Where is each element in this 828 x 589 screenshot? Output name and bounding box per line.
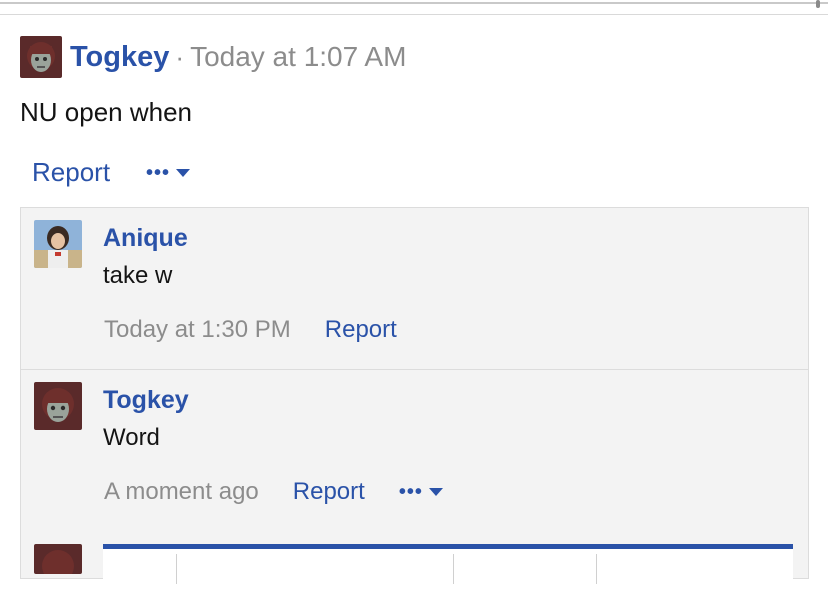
comment-author[interactable]: Togkey — [103, 386, 189, 415]
meta-separator: · — [175, 41, 185, 72]
comment-text: Word — [103, 424, 160, 451]
post-time[interactable]: Today at 1:07 AM — [190, 41, 406, 73]
toolbar-divider — [453, 554, 454, 584]
avatar[interactable] — [34, 544, 82, 574]
caret-down-icon — [176, 168, 191, 177]
comment-text: take w — [103, 262, 173, 289]
post-author[interactable]: Togkey — [70, 41, 169, 74]
report-link[interactable]: Report — [32, 157, 110, 188]
comment-time[interactable]: Today at 1:30 PM — [104, 316, 291, 344]
more-menu[interactable]: ••• — [146, 161, 191, 184]
more-dots-icon: ••• — [398, 481, 423, 503]
report-link[interactable]: Report — [325, 316, 397, 344]
top-divider — [0, 2, 828, 4]
comment: Togkey Word A moment ago Report ••• — [21, 369, 808, 531]
comment-author[interactable]: Anique — [103, 224, 188, 253]
top-bar — [0, 0, 828, 15]
reply-editor[interactable] — [103, 544, 793, 589]
avatar[interactable] — [34, 220, 82, 268]
post-actions: Report ••• — [32, 157, 191, 188]
comment-time[interactable]: A moment ago — [104, 478, 259, 506]
comment-meta: Today at 1:30 PM Report — [104, 316, 397, 344]
post-body: NU open when — [20, 97, 192, 127]
comments-list: Anique take w Today at 1:30 PM Report To… — [20, 207, 809, 589]
toolbar-divider — [176, 554, 177, 584]
comment-meta: A moment ago Report ••• — [104, 478, 443, 506]
comment: Anique take w Today at 1:30 PM Report — [21, 208, 808, 369]
avatar[interactable] — [34, 382, 82, 430]
toolbar-divider — [596, 554, 597, 584]
more-menu[interactable]: ••• — [399, 482, 443, 502]
caret-down-icon — [428, 488, 443, 496]
more-dots-icon: ••• — [146, 161, 171, 184]
avatar[interactable] — [20, 36, 62, 78]
report-link[interactable]: Report — [293, 478, 365, 506]
post-header: Togkey · Today at 1:07 AM — [20, 36, 406, 78]
scrollbar-thumb[interactable] — [816, 0, 820, 8]
